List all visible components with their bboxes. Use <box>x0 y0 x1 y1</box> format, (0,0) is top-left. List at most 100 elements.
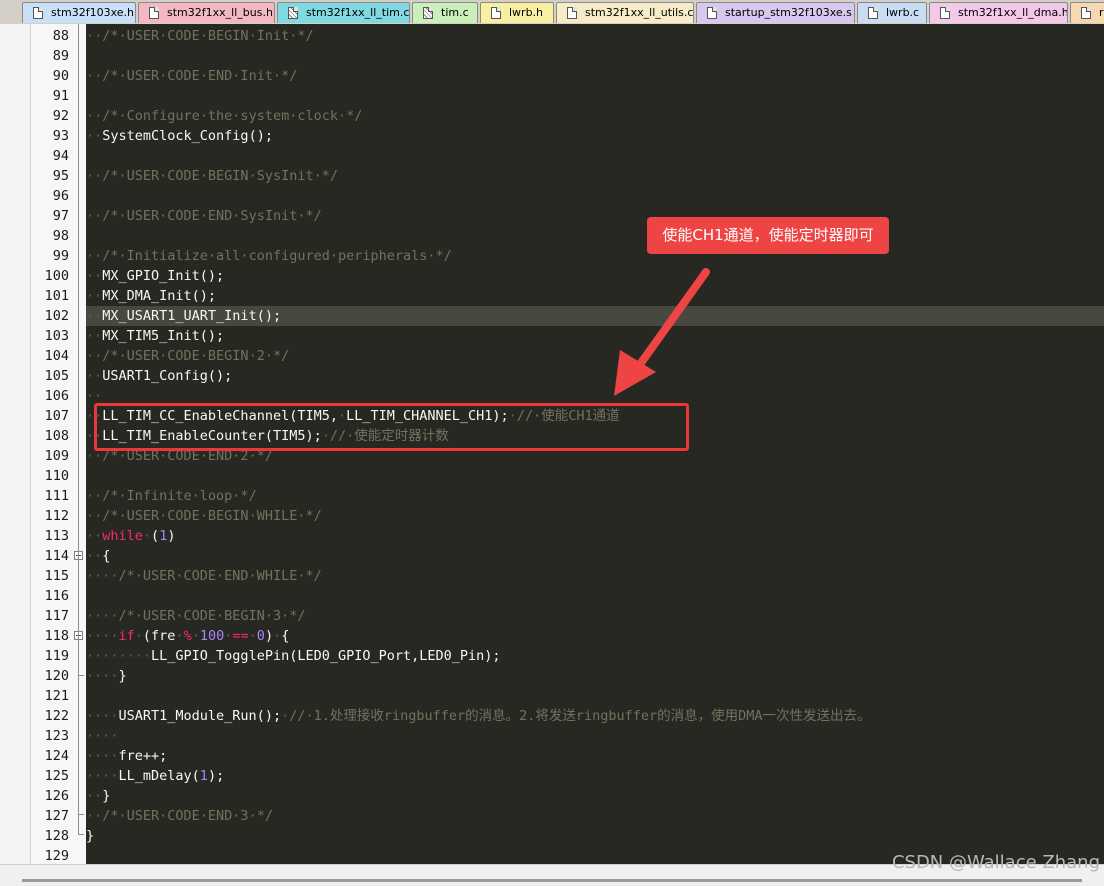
line-number: 129 <box>44 848 69 864</box>
code-line[interactable]: ··/*·Infinite·loop·*/ <box>86 486 1104 506</box>
code-line[interactable]: ····LL_mDelay(1); <box>86 766 1104 786</box>
code-line[interactable]: ··/*·USER·CODE·BEGIN·Init·*/ <box>86 26 1104 46</box>
line-number: 119 <box>44 648 69 664</box>
code-line[interactable]: ····USART1_Module_Run();·//·1.处理接收ringbu… <box>86 706 1104 726</box>
bookmark-gutter[interactable] <box>0 24 31 864</box>
code-line[interactable]: ··SystemClock_Config(); <box>86 126 1104 146</box>
code-line[interactable]: ··/*·USER·CODE·BEGIN·SysInit·*/ <box>86 166 1104 186</box>
line-number: 122 <box>44 708 69 724</box>
highlight-box <box>94 403 689 451</box>
line-number: 97 <box>52 208 69 224</box>
watermark: CSDN @Wallace Zhang <box>891 852 1100 873</box>
code-line[interactable]: ··/*·USER·CODE·BEGIN·2·*/ <box>86 346 1104 366</box>
tab-lwrb-h[interactable]: lwrb.h <box>480 2 554 23</box>
line-number: 102 <box>44 308 69 324</box>
fold-gutter <box>72 24 86 864</box>
file-icon <box>149 7 159 19</box>
tab-label: stm32f103xe.h <box>51 6 135 19</box>
code-line[interactable]: } <box>86 826 1104 846</box>
code-line[interactable]: ····fre++; <box>86 746 1104 766</box>
code-line[interactable]: ··} <box>86 786 1104 806</box>
line-number: 126 <box>44 788 69 804</box>
line-number: 123 <box>44 728 69 744</box>
line-number: 93 <box>52 128 69 144</box>
line-number: 117 <box>44 608 69 624</box>
scrollbar-thumb[interactable] <box>22 879 1082 882</box>
line-number: 112 <box>44 508 69 524</box>
line-number: 107 <box>44 408 69 424</box>
tab-tim-c[interactable]: tim.c <box>412 2 478 23</box>
tab-stm32f1xx-ll-tim-c[interactable]: stm32f1xx_ll_tim.c <box>277 2 410 23</box>
code-line[interactable]: ··/*·USER·CODE·BEGIN·WHILE·*/ <box>86 506 1104 526</box>
code-line[interactable]: ··{ <box>86 546 1104 566</box>
code-line[interactable] <box>86 46 1104 66</box>
file-icon <box>33 7 43 19</box>
code-line[interactable] <box>86 466 1104 486</box>
line-number: 98 <box>52 228 69 244</box>
code-line[interactable]: ···· <box>86 726 1104 746</box>
code-line[interactable]: ··/*·USER·CODE·END·3·*/ <box>86 806 1104 826</box>
line-number: 120 <box>44 668 69 684</box>
code-line[interactable]: ····/*·USER·CODE·END·WHILE·*/ <box>86 566 1104 586</box>
code-line[interactable] <box>86 586 1104 606</box>
tab-bar: stm32f103xe.h stm32f1xx_ll_bus.h stm32f1xx… <box>0 0 1104 25</box>
tab-label: stm32f1xx_ll_dma.h <box>958 6 1068 19</box>
file-icon <box>491 7 501 19</box>
code-line[interactable]: ··while·(1) <box>86 526 1104 546</box>
code-line[interactable] <box>86 186 1104 206</box>
line-number: 90 <box>52 68 69 84</box>
tab-stm32f1xx-ll-utils-c[interactable]: stm32f1xx_ll_utils.c <box>556 2 694 23</box>
code-line[interactable]: ··MX_DMA_Init(); <box>86 286 1104 306</box>
code-line[interactable]: ··/*·USER·CODE·END·Init·*/ <box>86 66 1104 86</box>
line-number: 114 <box>44 548 69 564</box>
code-line[interactable]: ··/*·Initialize·all·configured·periphera… <box>86 246 1104 266</box>
line-number: 88 <box>52 28 69 44</box>
file-icon <box>1081 7 1091 19</box>
modified-file-icon <box>423 7 433 19</box>
line-number: 99 <box>52 248 69 264</box>
line-number: 108 <box>44 428 69 444</box>
tab-startup-stm32f103xe-s[interactable]: startup_stm32f103xe.s <box>696 2 855 23</box>
code-line[interactable]: ····} <box>86 666 1104 686</box>
code-line[interactable]: ········LL_GPIO_TogglePin(LED0_GPIO_Port… <box>86 646 1104 666</box>
code-line[interactable]: ··/*·Configure·the·system·clock·*/ <box>86 106 1104 126</box>
tab-label: tim.c <box>441 6 469 19</box>
code-line[interactable] <box>86 226 1104 246</box>
code-line[interactable]: ····/*·USER·CODE·BEGIN·3·*/ <box>86 606 1104 626</box>
file-icon <box>868 7 878 19</box>
code-line[interactable] <box>86 86 1104 106</box>
tab-label: lwrb.c <box>886 6 920 19</box>
line-number: 125 <box>44 768 69 784</box>
line-number: 91 <box>52 88 69 104</box>
line-number: 100 <box>44 268 69 284</box>
line-number: 105 <box>44 368 69 384</box>
line-number: 124 <box>44 748 69 764</box>
line-number: 89 <box>52 48 69 64</box>
code-line[interactable]: ··MX_TIM5_Init(); <box>86 326 1104 346</box>
line-number: 109 <box>44 448 69 464</box>
code-line[interactable] <box>86 686 1104 706</box>
code-line[interactable]: ··MX_GPIO_Init(); <box>86 266 1104 286</box>
code-line[interactable] <box>86 146 1104 166</box>
tab-label: stm32f1xx_ll_utils.c <box>585 6 694 19</box>
file-icon <box>567 7 577 19</box>
fold-end-marker <box>78 834 84 835</box>
tab-lwrb-c[interactable]: lwrb.c <box>857 2 927 23</box>
line-number: 121 <box>44 688 69 704</box>
tab-label: r <box>1099 6 1104 19</box>
tab-r[interactable]: r <box>1070 2 1104 23</box>
tab-label: lwrb.h <box>509 6 544 19</box>
tab-stm32f103xe-h[interactable]: stm32f103xe.h <box>22 2 136 23</box>
tab-stm32f1xx-ll-bus-h[interactable]: stm32f1xx_ll_bus.h <box>138 2 275 23</box>
line-number: 101 <box>44 288 69 304</box>
line-number: 115 <box>44 568 69 584</box>
code-line[interactable]: ··/*·USER·CODE·END·SysInit·*/ <box>86 206 1104 226</box>
tab-stm32f1xx-ll-dma-h[interactable]: stm32f1xx_ll_dma.h <box>929 2 1068 23</box>
tab-label: stm32f1xx_ll_tim.c <box>306 6 410 19</box>
current-code-line[interactable]: ··MX_USART1_UART_Init(); <box>86 306 1104 326</box>
code-line[interactable]: ··USART1_Config(); <box>86 366 1104 386</box>
line-number: 106 <box>44 388 69 404</box>
line-number: 111 <box>44 488 69 504</box>
line-number: 96 <box>52 188 69 204</box>
code-line[interactable]: ····if·(fre·%·100·==·0)·{ <box>86 626 1104 646</box>
